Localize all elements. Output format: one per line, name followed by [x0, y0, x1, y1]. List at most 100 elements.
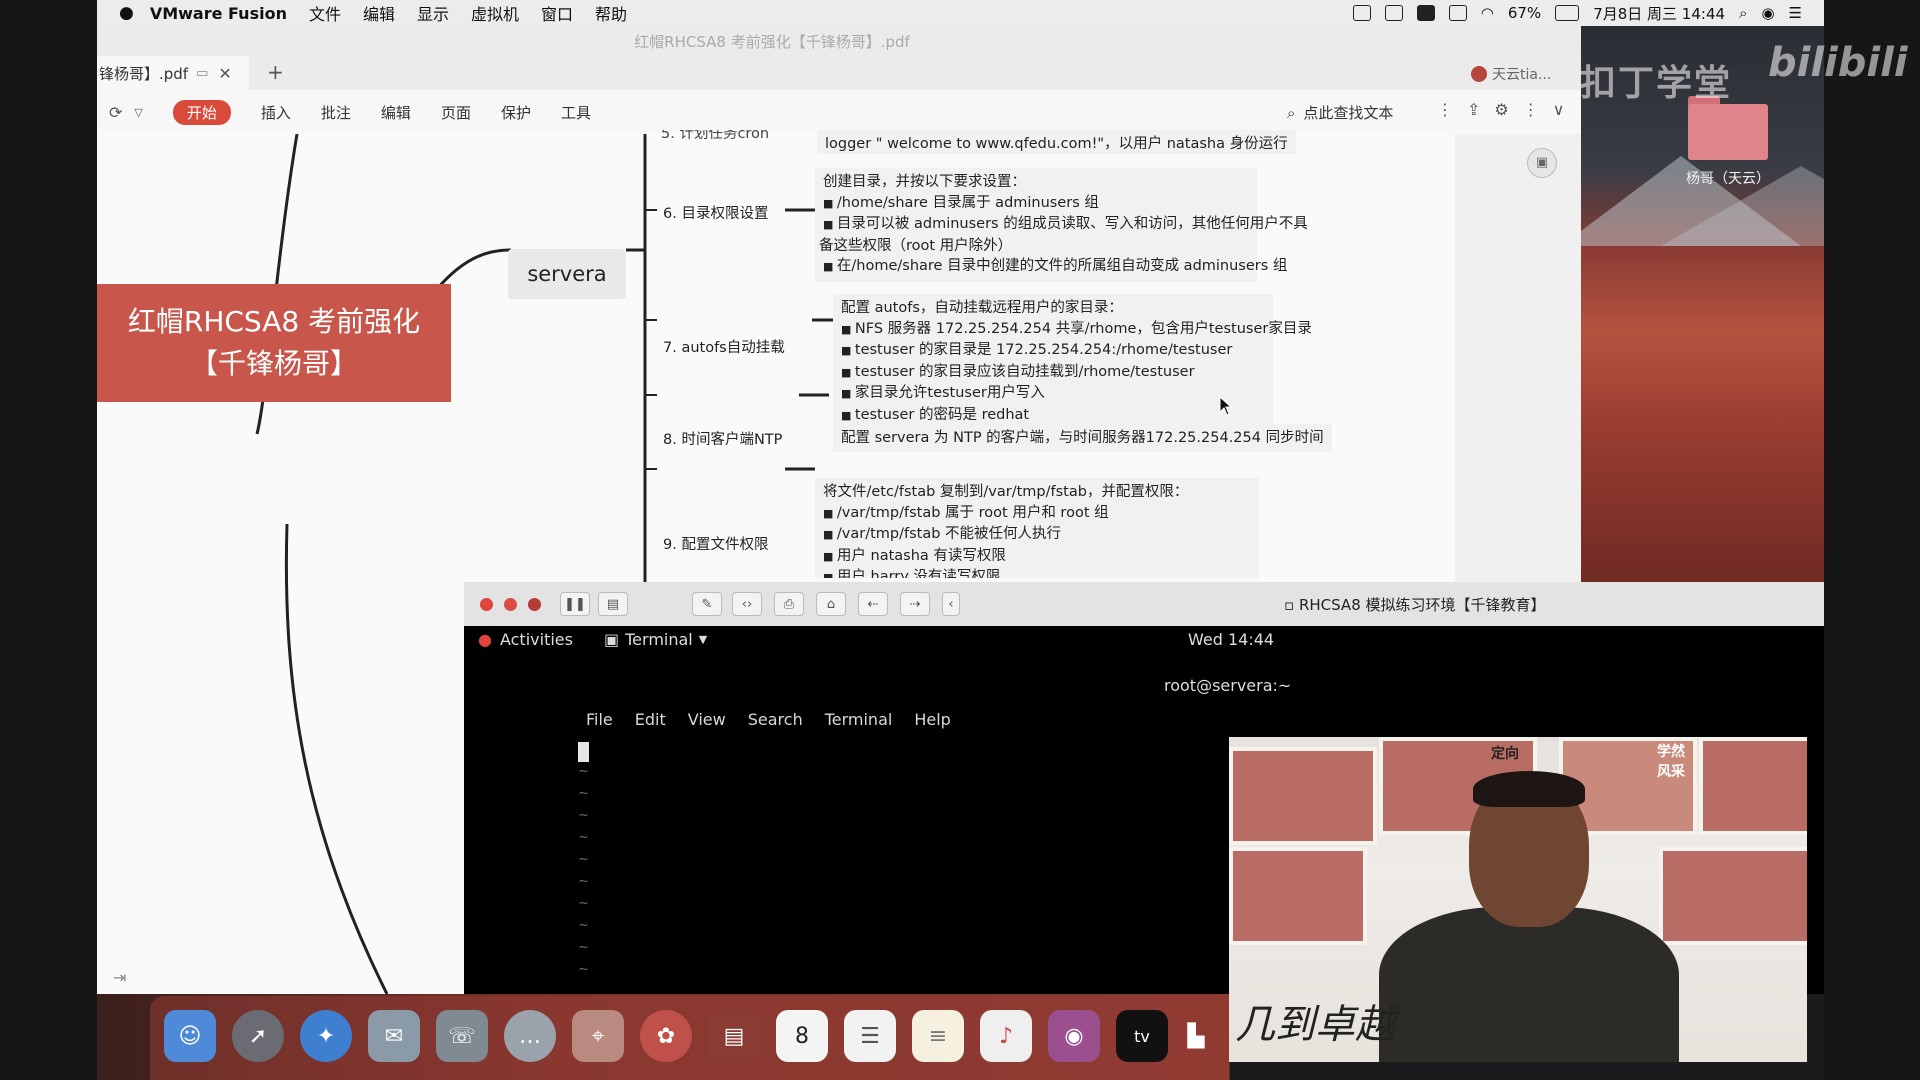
- zoom-window-icon[interactable]: [528, 598, 541, 611]
- maps-icon[interactable]: ⌖: [572, 1010, 624, 1062]
- minimize-window-icon[interactable]: [504, 598, 517, 611]
- branch-6-bullet: /home/share 目录属于 adminusers 组: [823, 193, 1249, 215]
- branch-7-bullet: testuser 的家目录是 172.25.254.254:/rhome/tes…: [841, 340, 1265, 362]
- add-tab-icon[interactable]: +: [267, 60, 284, 84]
- code-icon[interactable]: ‹›: [732, 592, 762, 616]
- share-folder-icon[interactable]: ⇢: [900, 592, 930, 616]
- vim-tilde: ~: [578, 940, 589, 955]
- expand-sidebar-icon[interactable]: ⇥: [113, 968, 126, 987]
- account-name: 天云tia...: [1492, 67, 1552, 83]
- mail-icon[interactable]: ✉: [368, 1010, 420, 1062]
- branch-7-bullet: 家目录允许testuser用户写入: [841, 383, 1265, 405]
- safari-icon[interactable]: ✦: [300, 1010, 352, 1062]
- more-icon[interactable]: ⋮: [1437, 100, 1453, 119]
- tab-annotate[interactable]: 批注: [321, 102, 351, 123]
- right-black-border: [1824, 0, 1920, 1080]
- branch-7-label: 7. autofs自动挂载: [663, 340, 785, 356]
- status-app-icon[interactable]: [1352, 5, 1371, 21]
- spotlight-search-icon[interactable]: ⌕: [1739, 4, 1747, 22]
- left-black-border: [0, 0, 97, 1080]
- chevron-down-icon[interactable]: ▽: [134, 106, 142, 119]
- photos-icon[interactable]: ✿: [640, 1010, 692, 1062]
- menu-window[interactable]: 窗口: [541, 1, 573, 25]
- siri-icon[interactable]: ◉: [1761, 4, 1774, 22]
- presenter-body: [1379, 907, 1679, 1062]
- account-area[interactable]: 天云tia...: [1471, 64, 1551, 84]
- battery-icon[interactable]: [1555, 5, 1580, 21]
- collapse-chevron-icon[interactable]: ∨: [1553, 100, 1565, 119]
- app-name-menu[interactable]: VMware Fusion: [150, 4, 287, 23]
- wall-hex-photo: [1229, 747, 1377, 845]
- tab-tools[interactable]: 工具: [561, 102, 591, 123]
- menu-edit[interactable]: 编辑: [363, 1, 395, 25]
- menu-file[interactable]: 文件: [309, 1, 341, 25]
- messages-icon[interactable]: …: [504, 1010, 556, 1062]
- apple-tv-icon[interactable]: tv: [1116, 1010, 1168, 1062]
- podcasts-icon[interactable]: ◉: [1048, 1010, 1100, 1062]
- term-menu-edit[interactable]: Edit: [635, 710, 666, 729]
- reminders-icon[interactable]: ☰: [844, 1010, 896, 1062]
- menu-help[interactable]: 帮助: [595, 1, 627, 25]
- term-menu-search[interactable]: Search: [748, 710, 803, 729]
- vim-tilde: ~: [578, 764, 589, 779]
- numbers-icon[interactable]: ▙: [1170, 1010, 1222, 1062]
- network-icon[interactable]: ⇠: [858, 592, 888, 616]
- branch-5-detail: logger " welcome to www.qfedu.com!"，以用户 …: [817, 130, 1296, 154]
- terminal-cursor: [578, 742, 589, 762]
- tab-edit[interactable]: 编辑: [381, 102, 411, 123]
- share-icon[interactable]: ⇪: [1467, 100, 1480, 119]
- fit-page-icon[interactable]: ▣: [1527, 148, 1557, 178]
- snapshot-icon[interactable]: ▤: [598, 592, 628, 616]
- dock: ☺ ➚ ✦ ✉ ☏ … ⌖ ✿ ▤ 8 ☰ ≡ ♪ ◉ tv ▙: [150, 996, 1230, 1080]
- desktop-folder-label[interactable]: 杨哥（天云）: [1660, 168, 1796, 188]
- finder-icon[interactable]: ☺: [164, 1010, 216, 1062]
- document-tab[interactable]: 锋杨哥】.pdf ▭ ✕: [97, 56, 249, 90]
- terminal-app-menu[interactable]: ▣ Terminal ▼: [604, 630, 707, 649]
- gnome-clock[interactable]: Wed 14:44: [1188, 630, 1274, 649]
- term-menu-view[interactable]: View: [688, 710, 726, 729]
- settings-wrench-icon[interactable]: ✎: [692, 592, 722, 616]
- music-icon[interactable]: ♪: [980, 1010, 1032, 1062]
- tab-start[interactable]: 开始: [172, 99, 231, 125]
- w-app-icon[interactable]: [1416, 5, 1435, 21]
- calendar-icon[interactable]: 8: [776, 1010, 828, 1062]
- toolbar-right-icons: ⋮ ⇪ ⚙ ⋮ ∨: [1437, 100, 1564, 119]
- launchpad-icon[interactable]: ➚: [232, 1010, 284, 1062]
- menu-view[interactable]: 显示: [417, 1, 449, 25]
- gear-icon[interactable]: ⚙: [1494, 100, 1508, 119]
- activities-button[interactable]: ● Activities: [478, 630, 573, 649]
- apple-menu-icon[interactable]: ●: [119, 3, 134, 23]
- wifi-icon[interactable]: ◠: [1481, 4, 1494, 22]
- printer-icon[interactable]: ⎙: [774, 592, 804, 616]
- tab-insert[interactable]: 插入: [261, 102, 291, 123]
- camera-status-icon[interactable]: [1384, 5, 1403, 21]
- branch-8-label: 8. 时间客户端NTP: [663, 432, 783, 448]
- more-vertical-icon[interactable]: ⋮: [1523, 100, 1539, 119]
- sync-icon[interactable]: ⟳: [109, 103, 122, 122]
- usb-icon[interactable]: ⌂: [816, 592, 846, 616]
- notes-icon[interactable]: ≡: [912, 1010, 964, 1062]
- menu-vm[interactable]: 虚拟机: [471, 1, 519, 25]
- clock[interactable]: 7月8日 周三 14:44: [1593, 3, 1725, 24]
- term-menu-help[interactable]: Help: [914, 710, 950, 729]
- branch-7-bullet: NFS 服务器 172.25.254.254 共享/rhome，包含用户test…: [841, 319, 1312, 341]
- battery-percent[interactable]: 67%: [1508, 4, 1541, 22]
- calendar-day: 8: [795, 1023, 809, 1049]
- control-center-icon[interactable]: ☰: [1789, 4, 1802, 22]
- tab-page[interactable]: 页面: [441, 102, 471, 123]
- s-app-icon[interactable]: [1448, 5, 1467, 21]
- hex-label: 学然: [1657, 744, 1685, 760]
- find-text-search[interactable]: ⌕ 点此查找文本: [1287, 102, 1393, 123]
- close-window-icon[interactable]: [480, 598, 493, 611]
- branch-9-label: 9. 配置文件权限: [663, 537, 769, 553]
- pdf-titlebar: 红帽RHCSA8 考前强化【千锋杨哥】.pdf: [97, 26, 1581, 56]
- back-chevron-icon[interactable]: ‹: [942, 592, 960, 616]
- pdf-tabbar: 锋杨哥】.pdf ▭ ✕ + 天云tia...: [97, 56, 1581, 91]
- contacts-icon[interactable]: ▤: [708, 1010, 760, 1062]
- tab-protect[interactable]: 保护: [501, 102, 531, 123]
- term-menu-terminal[interactable]: Terminal: [825, 710, 893, 729]
- pause-icon[interactable]: ❚❚: [560, 592, 590, 616]
- term-menu-file[interactable]: File: [586, 710, 613, 729]
- facetime-icon[interactable]: ☏: [436, 1010, 488, 1062]
- close-tab-icon[interactable]: ✕: [218, 64, 231, 83]
